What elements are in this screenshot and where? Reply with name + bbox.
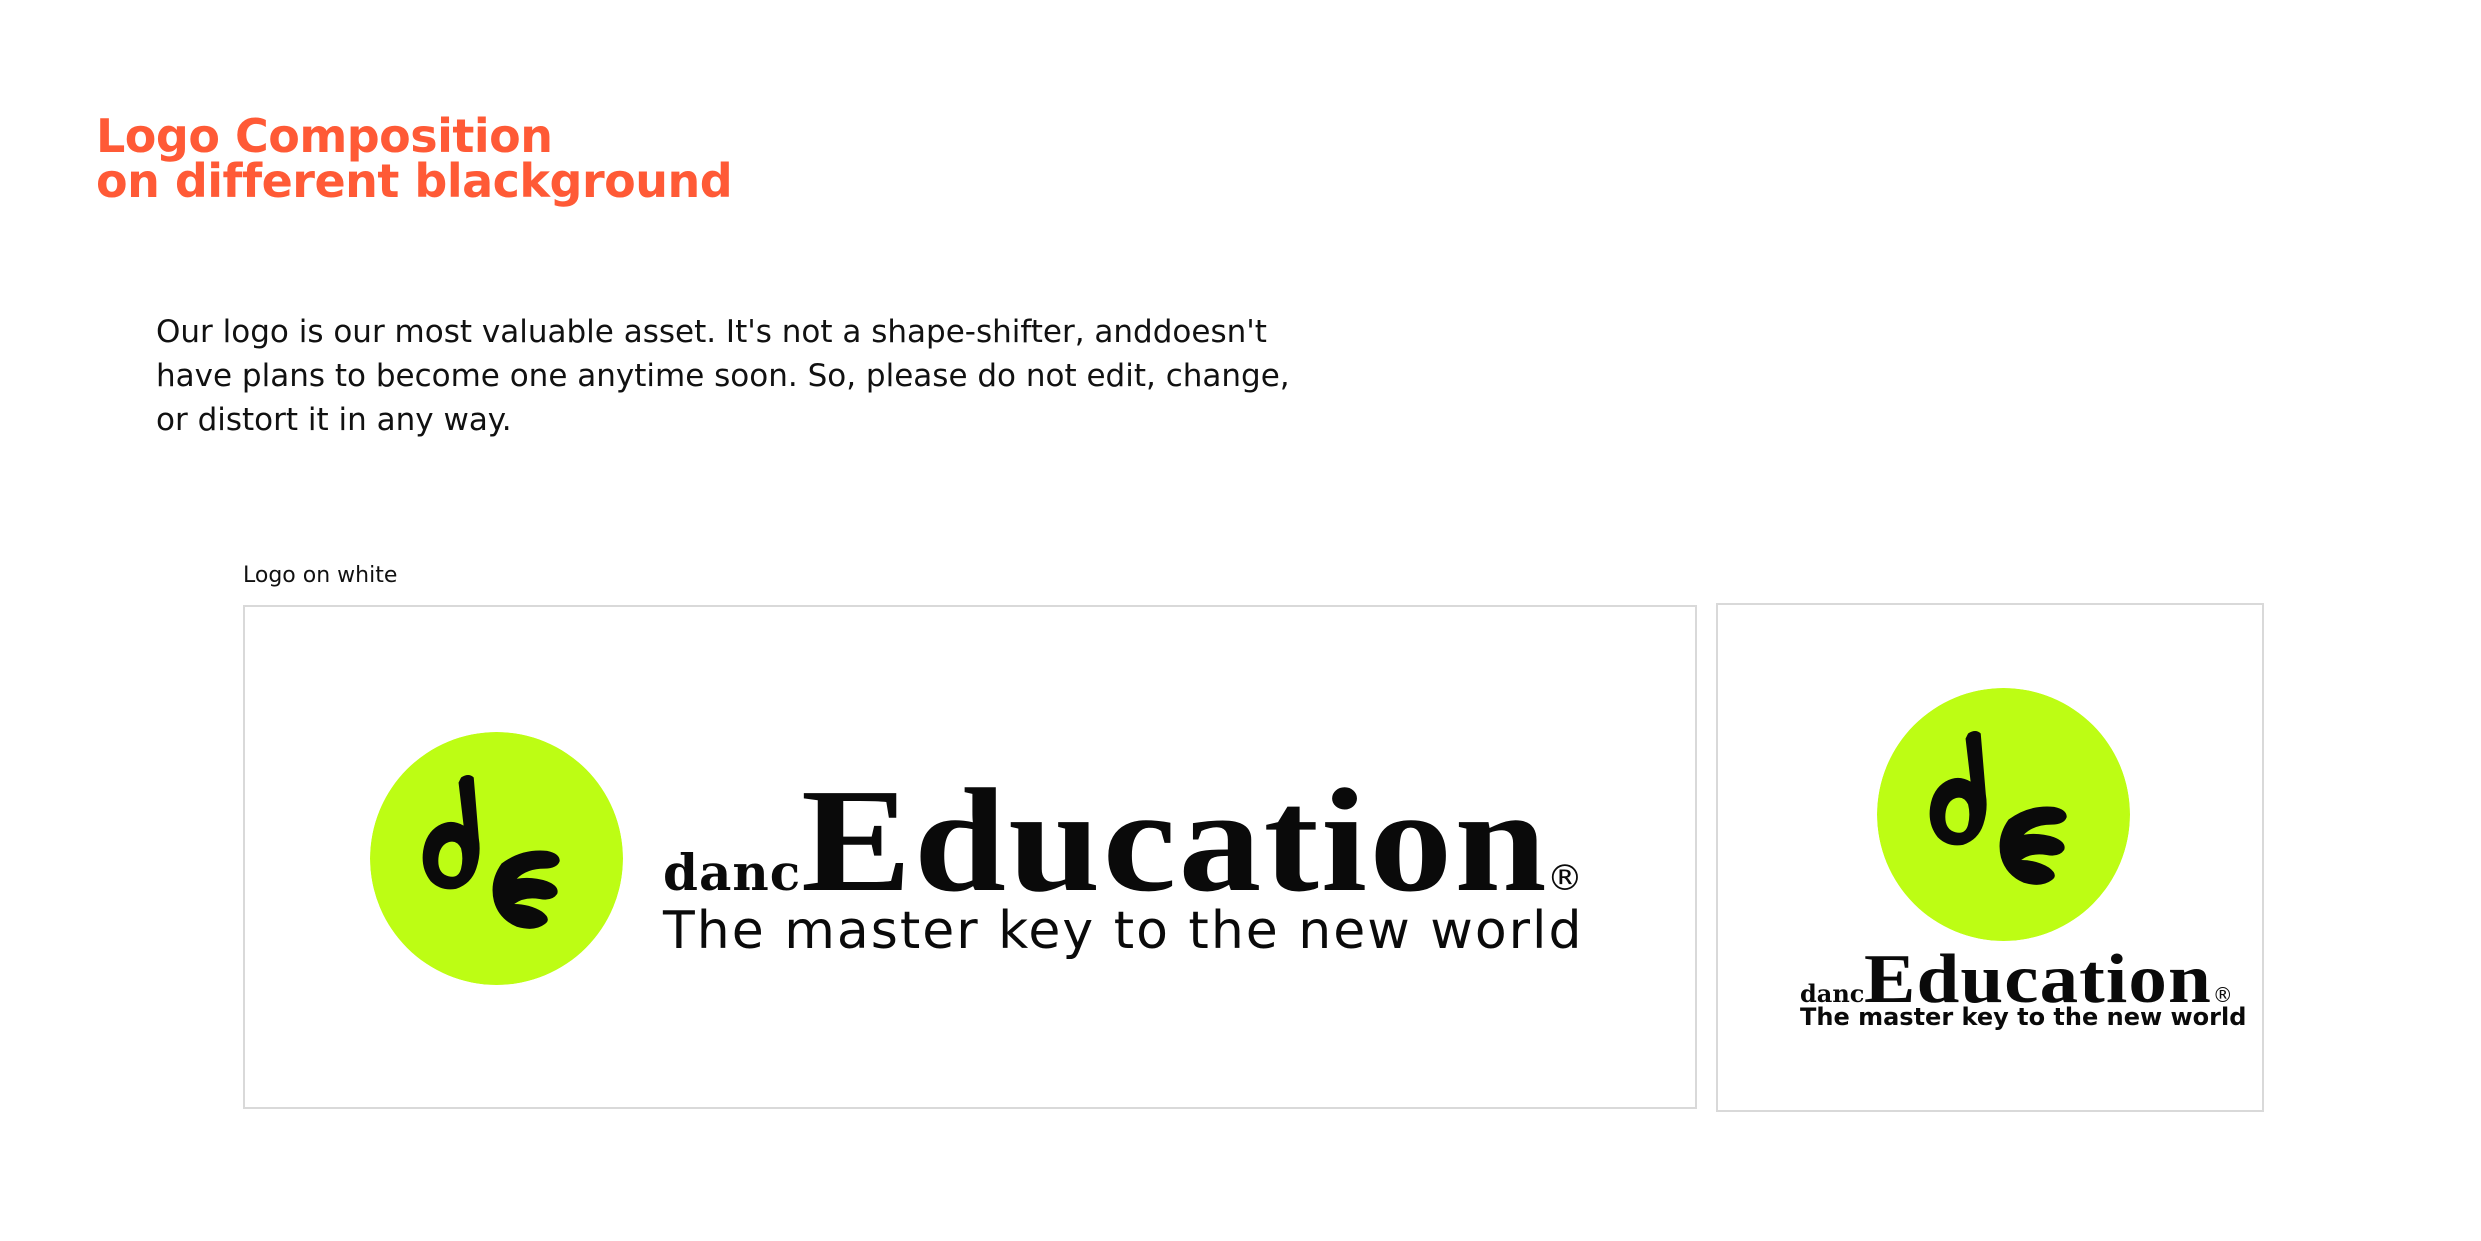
logo-card-stacked: dancEducation® The master key to the new…: [1716, 603, 2264, 1112]
page-title-line-1: Logo Composition: [96, 109, 553, 163]
section-label: Logo on white: [243, 563, 398, 588]
tagline: The master key to the new world: [1800, 1003, 2247, 1031]
page-title: Logo Composition on different blackgroun…: [96, 109, 733, 208]
tagline: The master key to the new world: [663, 901, 1584, 961]
de-monogram-icon: [1877, 688, 2130, 941]
description-line-1: Our logo is our most valuable asset. It'…: [156, 314, 1267, 350]
description: Our logo is our most valuable asset. It'…: [156, 310, 1356, 442]
description-line-3: or distort it in any way.: [156, 402, 512, 438]
registered-mark: ®: [2212, 983, 2233, 1007]
page-title-line-2: on different blackground: [96, 154, 733, 208]
wordmark: dancEducation®: [663, 767, 1583, 915]
wordmark-prefix: danc: [663, 843, 802, 902]
description-line-2: have plans to become one anytime soon. S…: [156, 358, 1290, 394]
registered-mark: ®: [1546, 858, 1583, 899]
de-monogram-icon: [370, 732, 623, 985]
logo-card-horizontal: dancEducation® The master key to the new…: [243, 605, 1697, 1109]
wordmark-main: Education: [801, 759, 1550, 923]
